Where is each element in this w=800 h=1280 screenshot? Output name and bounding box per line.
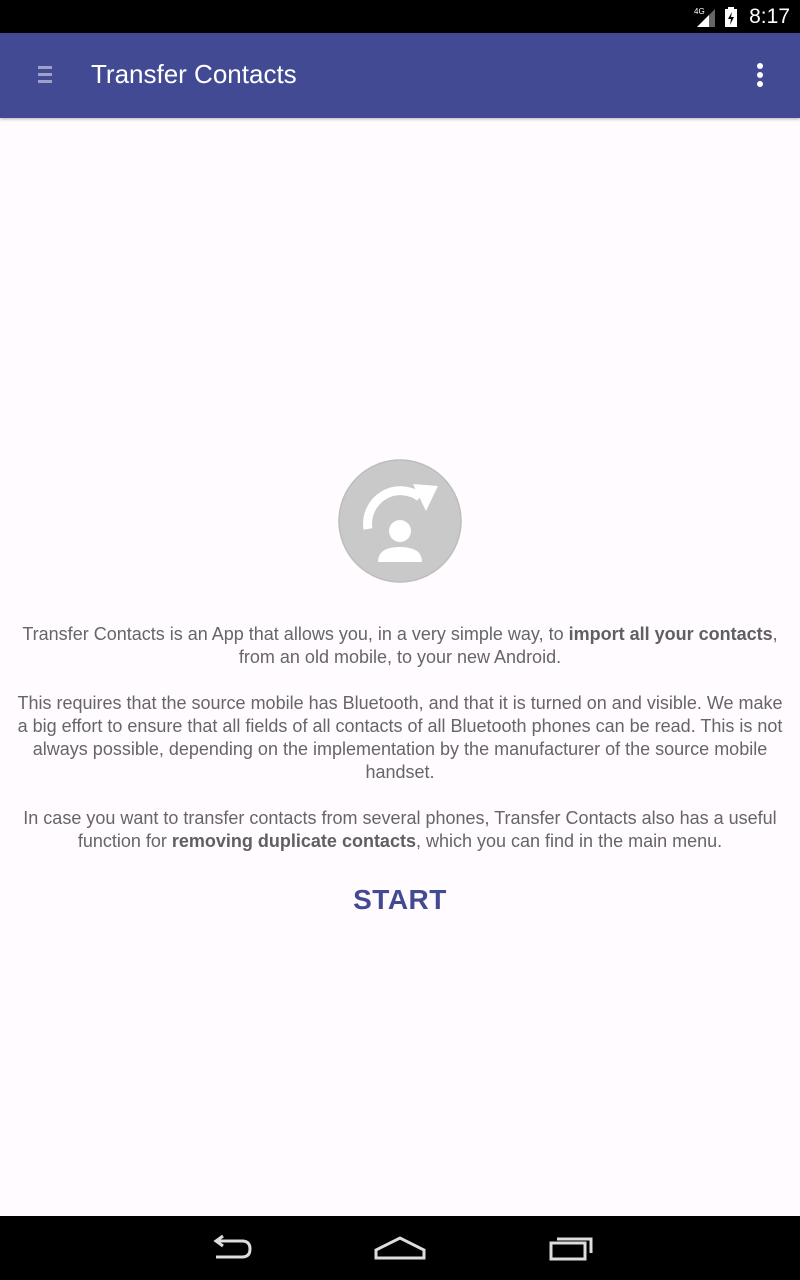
battery-icon: [723, 5, 739, 29]
duplicates-text-bold: removing duplicate contacts: [171, 831, 416, 851]
back-icon[interactable]: [200, 1230, 260, 1266]
duplicates-paragraph: In case you want to transfer contacts fr…: [12, 807, 788, 853]
recents-icon[interactable]: [541, 1230, 601, 1266]
requirements-paragraph: This requires that the source mobile has…: [17, 693, 783, 782]
drawer-menu-icon[interactable]: [30, 60, 60, 90]
network-type-label: 4G: [694, 7, 705, 16]
status-icons: 4G 8:17: [693, 0, 790, 33]
app-bar: Transfer Contacts: [0, 33, 800, 118]
signal-icon: 4G: [693, 5, 717, 29]
more-vert-icon[interactable]: [746, 60, 774, 90]
main-content: Transfer Contacts is an App that allows …: [0, 118, 800, 1216]
navigation-bar: [0, 1216, 800, 1280]
duplicates-text-end: , which you can find in the main menu.: [415, 831, 723, 851]
intro-paragraph: Transfer Contacts is an App that allows …: [12, 623, 788, 669]
home-icon[interactable]: [370, 1230, 430, 1266]
status-time: 8:17: [749, 4, 790, 28]
intro-text-bold: import all your contacts: [568, 624, 773, 644]
contact-transfer-icon: [338, 459, 462, 583]
intro-text-start: Transfer Contacts is an App that allows …: [22, 624, 569, 644]
status-bar: 4G 8:17: [0, 0, 800, 33]
app-title: Transfer Contacts: [91, 59, 297, 89]
start-button[interactable]: START: [320, 878, 480, 922]
